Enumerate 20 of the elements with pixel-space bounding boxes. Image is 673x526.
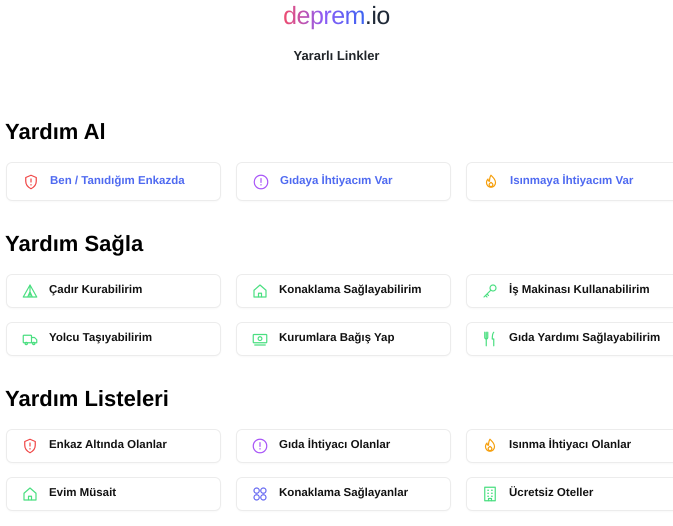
link-card[interactable]: Çadır Kurabilirim — [6, 274, 221, 308]
section-heading: Yardım Sağla — [5, 231, 144, 257]
link-card[interactable]: Gıda İhtiyacı Olanlar — [236, 429, 451, 463]
link-card[interactable]: Konaklama Sağlayabilirim — [236, 274, 451, 308]
link-card[interactable]: Yolcu Taşıyabilirim — [6, 322, 221, 356]
link-card[interactable]: Isınma İhtiyacı Olanlar — [466, 429, 673, 463]
page-subtitle: Yararlı Linkler — [292, 48, 380, 64]
section-heading: Yardım Listeleri — [5, 386, 170, 412]
link-card[interactable]: Konaklama Sağlayanlar — [236, 477, 451, 511]
link-card[interactable]: İş Makinası Kullanabilirim — [466, 274, 673, 308]
link-card[interactable]: Gıda Yardımı Sağlayabilirim — [466, 322, 673, 356]
link-card[interactable]: Gıdaya İhtiyacım Var — [236, 162, 451, 201]
link-card[interactable]: Ben / Tanıdığım Enkazda — [6, 162, 221, 201]
link-card[interactable]: Kurumlara Bağış Yap — [236, 322, 451, 356]
link-card[interactable]: Evim Müsait — [6, 477, 221, 511]
site-logo[interactable]: deprem.io — [0, 1, 673, 31]
section-heading: Yardım Al — [5, 119, 107, 145]
link-card[interactable]: Ücretsiz Oteller — [466, 477, 673, 511]
link-card[interactable]: Isınmaya İhtiyacım Var — [466, 162, 673, 201]
link-card[interactable]: Enkaz Altında Olanlar — [6, 429, 221, 463]
